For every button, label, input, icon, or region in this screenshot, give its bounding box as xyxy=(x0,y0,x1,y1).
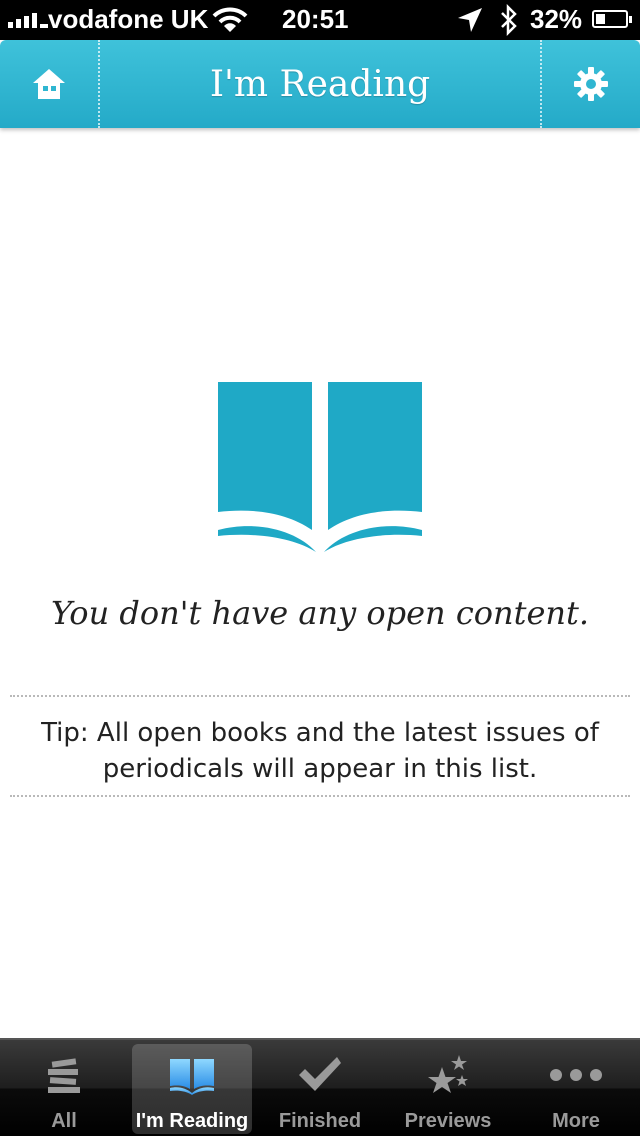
battery-level xyxy=(596,14,605,24)
tab-more[interactable]: More xyxy=(512,1040,640,1138)
settings-button[interactable] xyxy=(540,40,640,128)
tab-finished[interactable]: Finished xyxy=(256,1040,384,1138)
stars-icon xyxy=(428,1055,468,1093)
tab-previews[interactable]: Previews xyxy=(384,1040,512,1138)
checkmark-icon xyxy=(299,1057,341,1091)
wifi-icon xyxy=(212,7,248,32)
status-bar: vodafone UK 20:51 32% xyxy=(0,0,640,40)
tip-text: Tip: All open books and the latest issue… xyxy=(41,718,599,784)
tip-box: Tip: All open books and the latest issue… xyxy=(10,695,630,797)
tab-label-im-reading: I'm Reading xyxy=(135,1110,249,1132)
signal-icon xyxy=(8,12,48,28)
page-title: I'm Reading xyxy=(209,63,431,105)
carrier-name: vodafone UK xyxy=(48,4,209,34)
location-icon xyxy=(458,8,482,32)
more-dots-icon xyxy=(550,1069,602,1081)
bluetooth-icon xyxy=(501,4,517,36)
stack-icon xyxy=(48,1058,80,1093)
open-book-icon xyxy=(218,382,422,552)
tab-label-all: All xyxy=(51,1110,77,1132)
gear-icon xyxy=(574,67,608,101)
tab-label-previews: Previews xyxy=(404,1110,492,1132)
battery-icon xyxy=(592,10,632,28)
home-icon xyxy=(33,69,65,99)
home-button[interactable] xyxy=(0,40,100,128)
open-book-icon xyxy=(170,1059,214,1095)
navigation-bar: I'm Reading xyxy=(0,40,640,128)
tab-im-reading[interactable]: I'm Reading xyxy=(128,1040,256,1138)
tab-label-finished: Finished xyxy=(278,1110,362,1132)
tab-all[interactable]: All xyxy=(0,1040,128,1138)
tab-label-more: More xyxy=(552,1110,600,1132)
empty-message: You don't have any open content. xyxy=(50,594,590,632)
tab-bar: All I'm Reading Finished Previews More xyxy=(0,1038,640,1136)
status-time: 20:51 xyxy=(282,4,349,34)
battery-percent: 32% xyxy=(530,4,583,34)
